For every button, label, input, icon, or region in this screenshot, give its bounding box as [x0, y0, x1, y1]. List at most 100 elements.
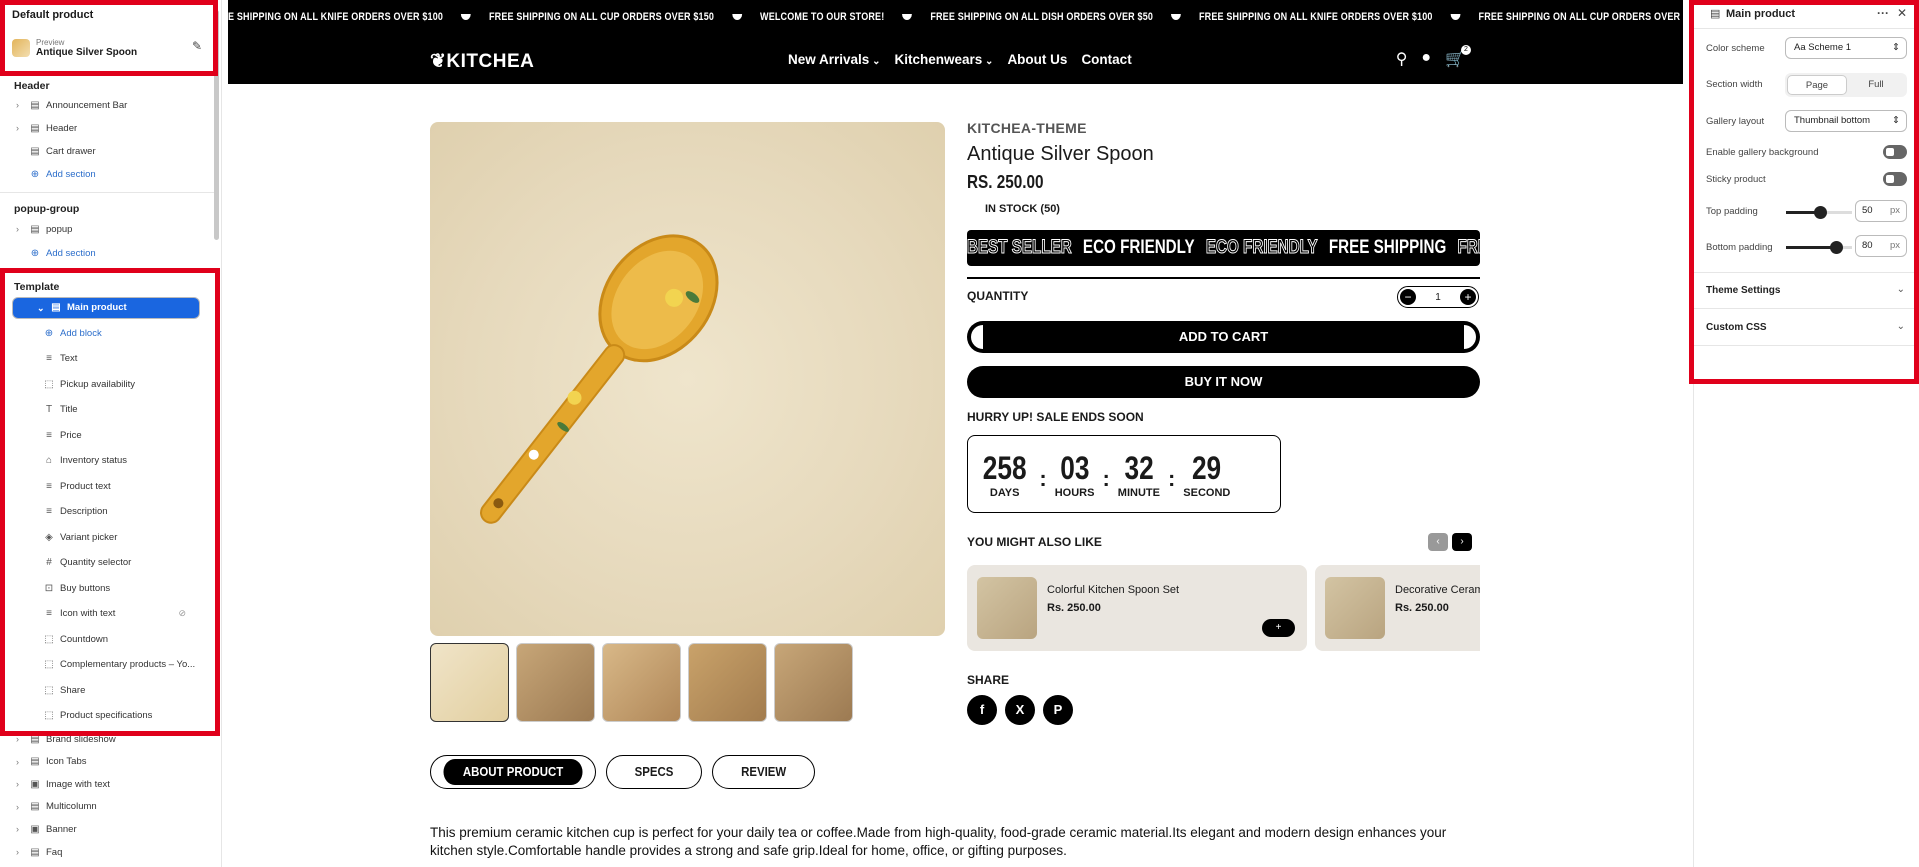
block-item[interactable]: ⬚ Share	[0, 679, 210, 701]
nav-link-label: New Arrivals	[788, 52, 870, 67]
section-item[interactable]: › ▤ Header	[0, 117, 210, 139]
nav-link[interactable]: Kitchenwears ⌄	[894, 52, 993, 67]
pinterest-icon[interactable]: P	[1043, 695, 1073, 725]
chevron-right-icon[interactable]: ›	[16, 847, 26, 857]
quick-add-button[interactable]: +	[1262, 619, 1295, 637]
chevron-right-icon[interactable]: ›	[16, 802, 26, 812]
chevron-right-icon[interactable]: ›	[16, 100, 26, 110]
block-item[interactable]: ⌂ Inventory status	[0, 450, 210, 472]
section-item[interactable]: › ▤ Faq	[0, 841, 210, 863]
section-item[interactable]: › ▤ Icon Tabs	[0, 751, 210, 773]
block-item[interactable]: ⬚ Complementary products – Yo...	[0, 654, 210, 676]
slider-knob[interactable]	[1830, 241, 1843, 254]
gallery-background-toggle[interactable]	[1883, 145, 1907, 159]
scrollbar[interactable]	[214, 10, 219, 240]
block-item[interactable]: ≡ Text	[0, 348, 210, 370]
layout-icon: ▤	[30, 122, 40, 134]
product-main-image[interactable]	[430, 122, 945, 636]
cart-icon[interactable]: 🛒 2	[1445, 45, 1471, 69]
thumbnail-4[interactable]	[688, 643, 767, 722]
chevron-right-icon[interactable]: ›	[16, 757, 26, 767]
plus-circle-icon: ⊕	[30, 168, 40, 180]
thumbnail-5[interactable]	[774, 643, 853, 722]
block-item[interactable]: ≡ Product text	[0, 475, 210, 497]
bottom-padding-input[interactable]: 80 px	[1855, 235, 1907, 257]
nav-link[interactable]: New Arrivals ⌄	[788, 52, 880, 67]
buy-now-button[interactable]: BUY IT NOW	[967, 366, 1480, 398]
custom-css-accordion[interactable]: Custom CSS	[1706, 322, 1767, 333]
layout-icon: ▤	[30, 145, 40, 157]
sticky-product-toggle[interactable]	[1883, 172, 1907, 186]
add-section-button[interactable]: ⊕ Add section	[0, 242, 210, 264]
x-twitter-icon[interactable]: X	[1005, 695, 1035, 725]
next-arrow-icon[interactable]: ›	[1452, 533, 1472, 551]
chevron-right-icon[interactable]: ›	[16, 224, 26, 234]
preview-selector[interactable]: Preview Antique Silver Spoon ✎	[12, 33, 202, 63]
block-item[interactable]: ⬚ Countdown	[0, 628, 210, 650]
gallery-layout-select[interactable]: Thumbnail bottom ⇕	[1785, 110, 1907, 132]
recommendation-card[interactable]: Decorative Ceram Rs. 250.00	[1315, 565, 1480, 651]
left-sidebar: Default product Preview Antique Silver S…	[0, 0, 222, 867]
block-item[interactable]: ⊡ Buy buttons	[0, 577, 210, 599]
nav-link[interactable]: Contact	[1081, 52, 1131, 67]
bottom-padding-slider[interactable]	[1786, 241, 1852, 254]
tab-about-product[interactable]: ABOUT PRODUCT	[430, 755, 597, 789]
chevron-down-icon[interactable]: ⌄	[1897, 321, 1905, 332]
prev-arrow-icon[interactable]: ‹	[1428, 533, 1448, 551]
eye-off-icon[interactable]: ⊘	[178, 608, 186, 619]
thumbnail-2[interactable]	[516, 643, 595, 722]
minus-icon[interactable]: −	[1400, 289, 1416, 305]
search-icon[interactable]: ⚲	[1396, 49, 1408, 69]
section-item-main-product[interactable]: ⌄ ▤ Main product	[12, 297, 200, 319]
chevron-right-icon[interactable]: ›	[16, 824, 26, 834]
thumbnail-3[interactable]	[602, 643, 681, 722]
top-padding-input[interactable]: 50 px	[1855, 200, 1907, 222]
layout-icon: ▤	[51, 302, 61, 313]
slider-knob[interactable]	[1814, 206, 1827, 219]
section-item[interactable]: › ▣ Image with text	[0, 773, 210, 795]
top-padding-slider[interactable]	[1786, 206, 1852, 219]
section-width-full[interactable]: Full	[1847, 75, 1905, 95]
block-item[interactable]: ≡ Icon with text ⊘	[0, 603, 210, 625]
block-item[interactable]: ⬚ Pickup availability	[0, 373, 210, 395]
recommendation-card[interactable]: Colorful Kitchen Spoon Set Rs. 250.00 +	[967, 565, 1307, 651]
more-options-icon[interactable]: ···	[1877, 6, 1889, 20]
tab-review[interactable]: REVIEW	[712, 755, 816, 789]
dashed-square-icon: ⬚	[44, 710, 54, 721]
section-item[interactable]: › ▣ Banner	[0, 818, 210, 840]
theme-settings-accordion[interactable]: Theme Settings	[1706, 285, 1780, 296]
block-item[interactable]: # Quantity selector	[0, 552, 210, 574]
bottom-padding-label: Bottom padding	[1706, 242, 1773, 253]
close-icon[interactable]: ✕	[1897, 6, 1907, 20]
account-icon[interactable]: ●	[1421, 49, 1431, 69]
store-logo[interactable]: ❦KITCHEA	[430, 50, 534, 73]
section-width-page[interactable]: Page	[1787, 75, 1847, 95]
chevron-right-icon[interactable]: ⌄	[37, 298, 47, 318]
chevron-right-icon[interactable]: ›	[16, 779, 26, 789]
section-item[interactable]: › ▤ Multicolumn	[0, 796, 210, 818]
add-section-button[interactable]: ⊕ Add section	[0, 163, 210, 185]
color-scheme-select[interactable]: Aa Scheme 1 ⇕	[1785, 37, 1907, 59]
nav-link[interactable]: About Us	[1007, 52, 1067, 67]
section-item[interactable]: › ▤ popup	[0, 218, 210, 240]
tab-specs[interactable]: SPECS	[606, 755, 703, 789]
facebook-icon[interactable]: f	[967, 695, 997, 725]
block-item[interactable]: ≡ Price	[0, 424, 210, 446]
thumbnail-1[interactable]	[430, 643, 509, 722]
section-item[interactable]: › ▤ Announcement Bar	[0, 94, 210, 116]
add-to-cart-button[interactable]: ADD TO CART	[967, 321, 1480, 353]
chevron-right-icon[interactable]: ›	[16, 123, 26, 133]
edit-pencil-icon[interactable]: ✎	[192, 39, 202, 53]
announcement-text: FREE SHIPPING ON ALL CUP ORDERS OVER $15…	[1478, 11, 1683, 23]
add-block-button[interactable]: ⊕ Add block	[0, 322, 210, 344]
block-item[interactable]: ◈ Variant picker	[0, 526, 210, 548]
chevron-down-icon[interactable]: ⌄	[1897, 284, 1905, 295]
block-item[interactable]: ⬚ Product specifications	[0, 705, 210, 727]
section-item[interactable]: ▤ Cart drawer	[0, 140, 210, 162]
block-item[interactable]: ≡ Description	[0, 501, 210, 523]
plus-icon[interactable]: +	[1460, 289, 1476, 305]
section-item[interactable]: › ▤ Brand slideshow	[0, 728, 210, 750]
quantity-value[interactable]: 1	[1435, 292, 1441, 303]
block-item[interactable]: T Title	[0, 399, 210, 421]
chevron-right-icon[interactable]: ›	[16, 734, 26, 744]
